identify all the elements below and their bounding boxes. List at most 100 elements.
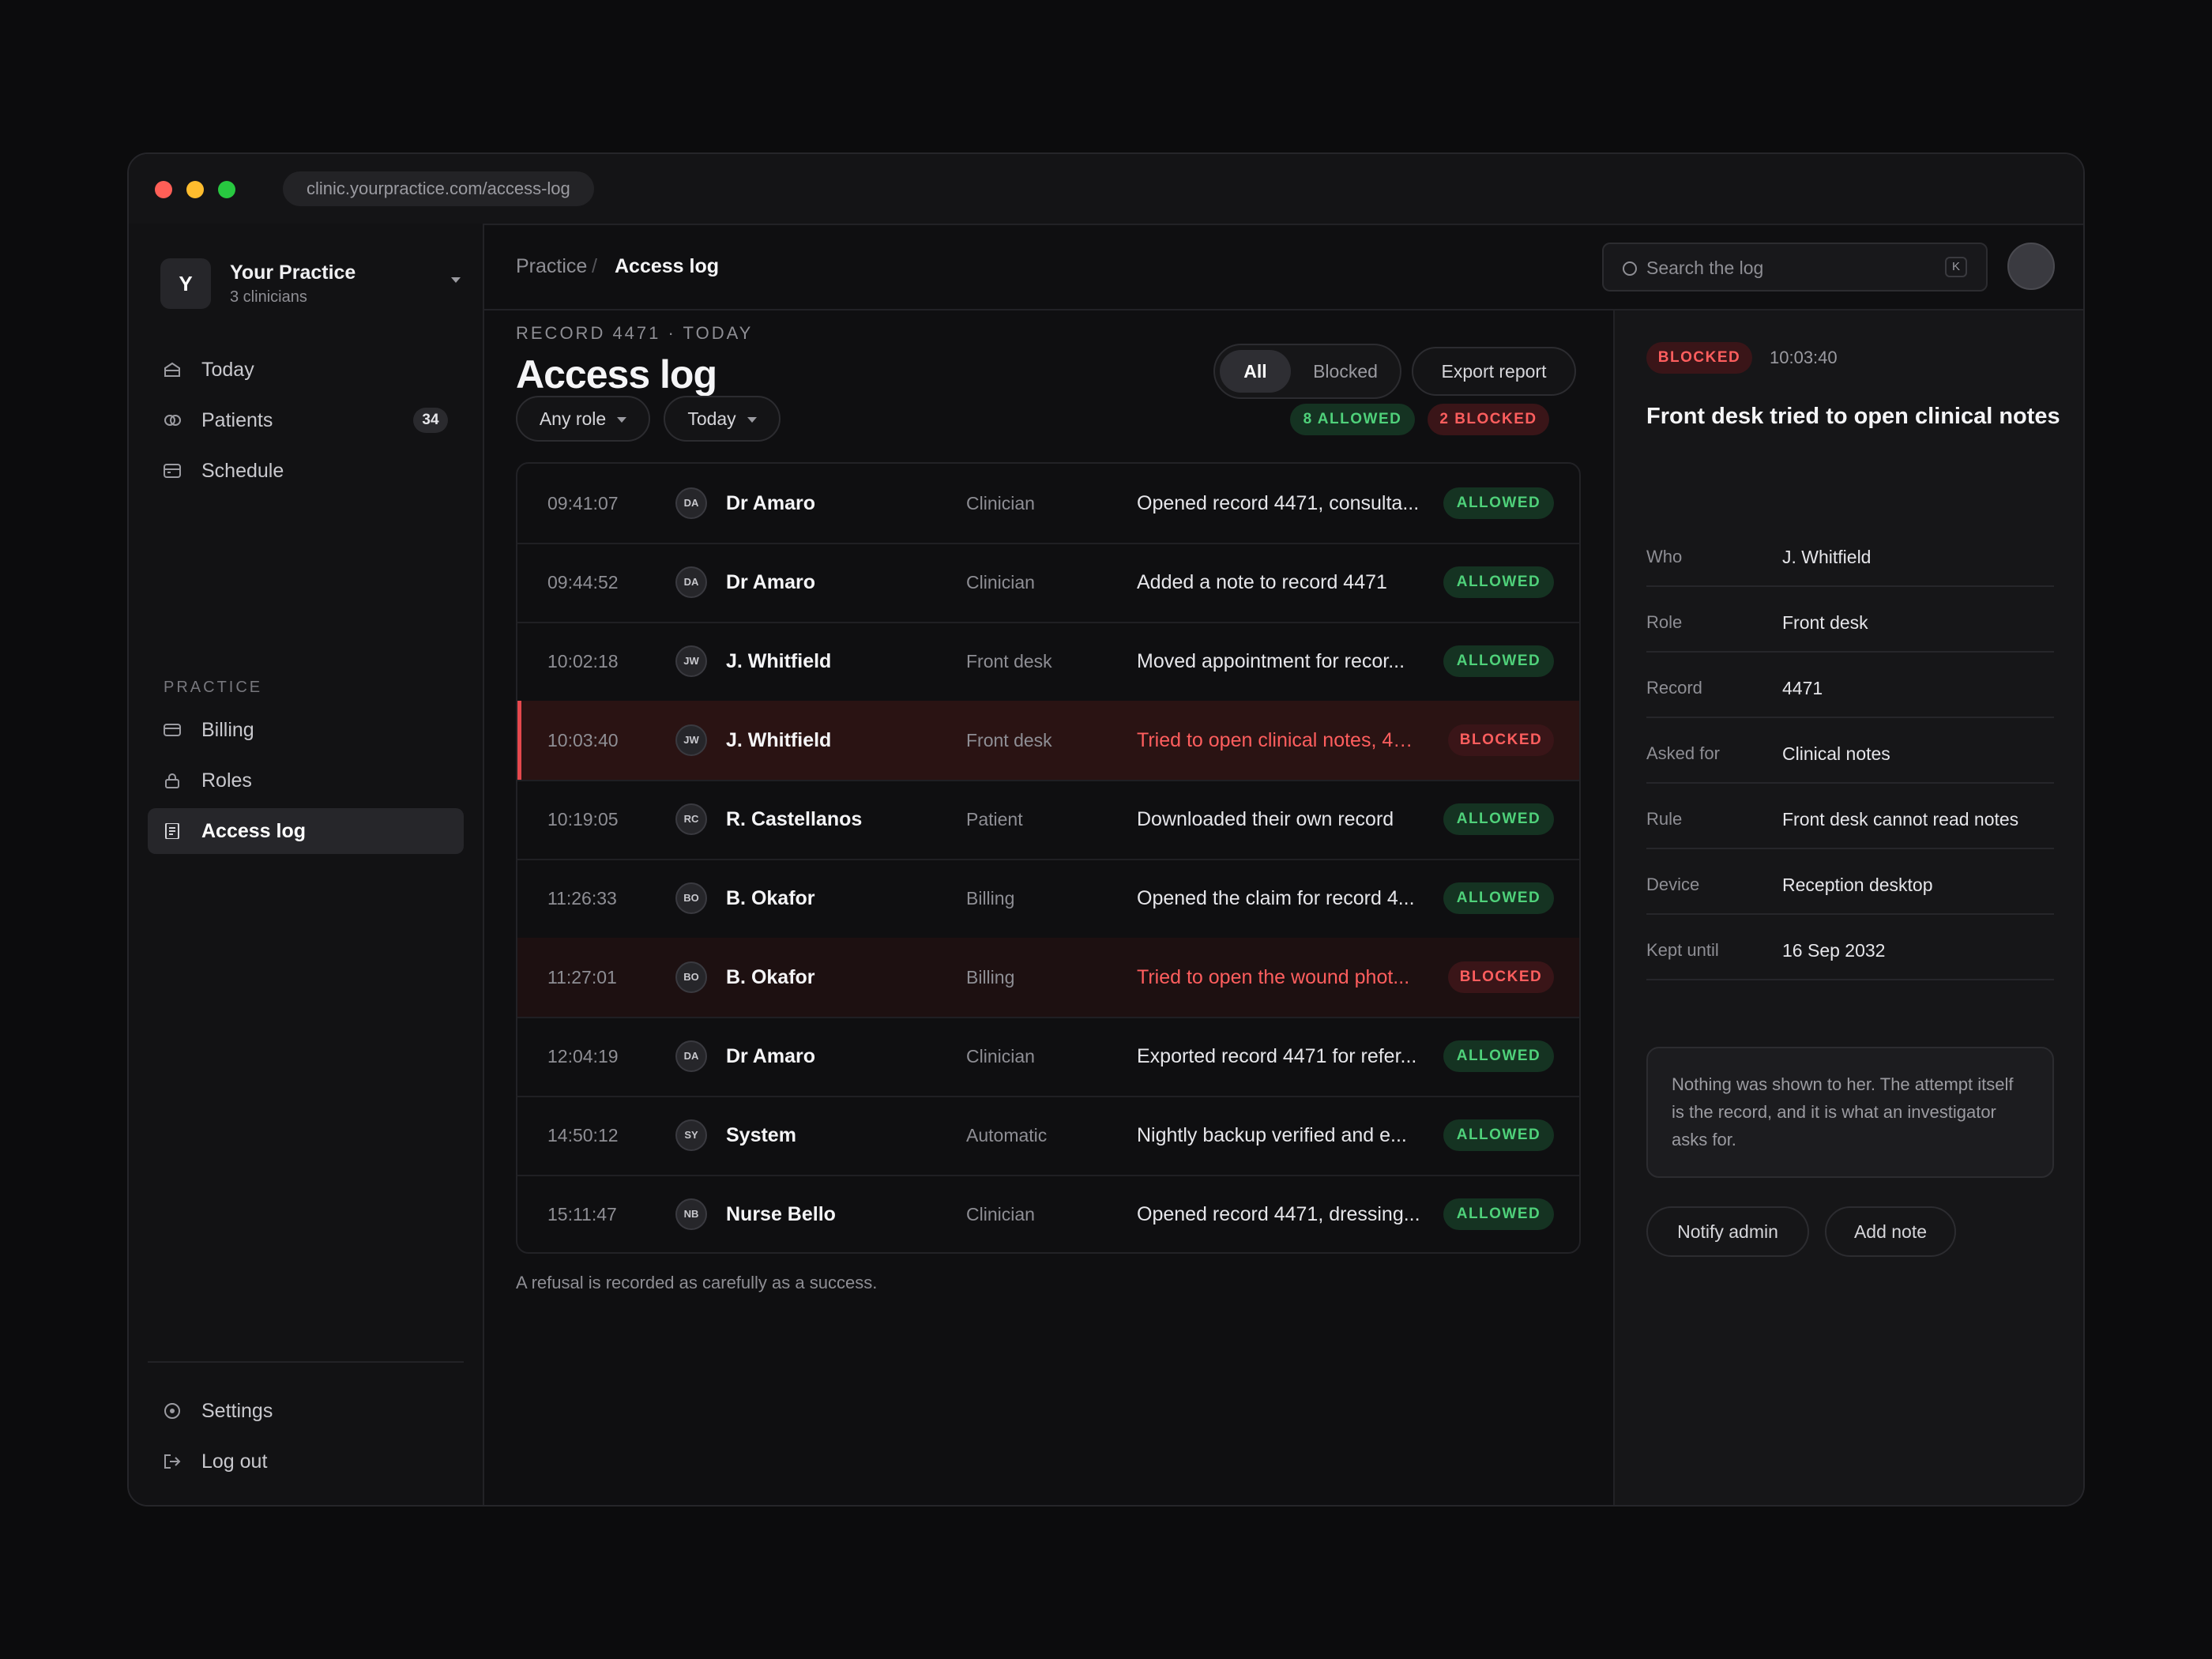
row-avatar: NB bbox=[675, 1198, 707, 1230]
sidebar-divider bbox=[148, 1361, 464, 1363]
calendar-icon bbox=[164, 464, 181, 478]
row-status-badge: BLOCKED bbox=[1448, 961, 1554, 993]
sidebar-item-billing[interactable]: Billing bbox=[148, 707, 464, 753]
minimize-window-button[interactable] bbox=[186, 181, 204, 198]
sidebar-item-label: Billing bbox=[201, 719, 254, 741]
row-status-badge: ALLOWED bbox=[1443, 566, 1554, 598]
patients-count-badge: 34 bbox=[413, 408, 448, 433]
row-avatar: JW bbox=[675, 645, 707, 677]
url-bar[interactable]: clinic.yourpractice.com/access-log bbox=[283, 171, 594, 206]
title-bar: clinic.yourpractice.com/access-log bbox=[129, 154, 2083, 225]
row-avatar: JW bbox=[675, 724, 707, 756]
sidebar-item-settings[interactable]: Settings bbox=[148, 1388, 464, 1434]
export-report-button[interactable]: Export report bbox=[1412, 347, 1576, 396]
row-time: 11:27:01 bbox=[547, 967, 617, 988]
search-input[interactable] bbox=[1645, 244, 1932, 292]
row-avatar: SY bbox=[675, 1119, 707, 1151]
row-status-badge: ALLOWED bbox=[1443, 645, 1554, 677]
practice-switcher[interactable]: Y Your Practice 3 clinicians bbox=[160, 258, 461, 309]
row-status-badge: BLOCKED bbox=[1448, 724, 1554, 756]
row-role: Clinician bbox=[966, 1046, 1035, 1066]
table-row[interactable]: 11:26:33 BO B. Okafor Billing Opened the cla… bbox=[517, 859, 1579, 939]
table-row[interactable]: 10:19:05 RC R. Castellanos Patient Downloade… bbox=[517, 780, 1579, 860]
sidebar-item-label: Schedule bbox=[201, 460, 284, 482]
table-row[interactable]: 09:44:52 DA Dr Amaro Clinician Added a note … bbox=[517, 543, 1579, 623]
row-user: Dr Amaro bbox=[726, 492, 815, 514]
notify-admin-button[interactable]: Notify admin bbox=[1646, 1206, 1809, 1257]
detail-field-value: Front desk cannot read notes bbox=[1782, 809, 2019, 830]
row-status-badge: ALLOWED bbox=[1443, 803, 1554, 835]
detail-field: Kept until 16 Sep 2032 bbox=[1646, 922, 2054, 980]
sidebar-item-roles[interactable]: Roles bbox=[148, 758, 464, 803]
table-row[interactable]: 10:03:40 JW J. Whitfield Front desk Tried to… bbox=[517, 701, 1579, 781]
detail-field-value: 4471 bbox=[1782, 678, 1823, 698]
row-status-badge: ALLOWED bbox=[1443, 1119, 1554, 1151]
table-row[interactable]: 12:04:19 DA Dr Amaro Clinician Exported reco… bbox=[517, 1017, 1579, 1097]
sidebar: Y Your Practice 3 clinicians Today Patie… bbox=[129, 224, 484, 1505]
row-action: Tried to open the wound phot... bbox=[1137, 966, 1410, 988]
row-role: Automatic bbox=[966, 1125, 1048, 1146]
row-role: Front desk bbox=[966, 730, 1052, 750]
segment-all[interactable]: All bbox=[1220, 350, 1291, 393]
role-filter-label: Any role bbox=[539, 408, 607, 429]
close-window-button[interactable] bbox=[155, 181, 172, 198]
logout-icon bbox=[164, 1454, 181, 1469]
detail-field: Asked for Clinical notes bbox=[1646, 725, 2054, 784]
detail-field-value: Reception desktop bbox=[1782, 875, 1933, 895]
row-user: B. Okafor bbox=[726, 966, 815, 988]
table-row[interactable]: 15:11:47 NB Nurse Bello Clinician Opened rec… bbox=[517, 1175, 1579, 1252]
search-box[interactable]: K bbox=[1602, 243, 1988, 292]
row-role: Front desk bbox=[966, 651, 1052, 672]
sidebar-item-label: Roles bbox=[201, 769, 252, 792]
detail-field-key: Who bbox=[1646, 547, 1683, 566]
role-filter-dropdown[interactable]: Any role bbox=[516, 396, 650, 442]
detail-field-value: Front desk bbox=[1782, 612, 1868, 633]
row-time: 15:11:47 bbox=[547, 1204, 617, 1224]
credit-card-icon bbox=[164, 724, 181, 736]
chevron-down-icon bbox=[747, 417, 757, 423]
row-avatar: RC bbox=[675, 803, 707, 835]
maximize-window-button[interactable] bbox=[218, 181, 235, 198]
breadcrumb-current: Access log bbox=[615, 255, 720, 277]
detail-field-key: Rule bbox=[1646, 809, 1683, 829]
detail-field-key: Record bbox=[1646, 678, 1702, 698]
sidebar-item-today[interactable]: Today bbox=[148, 347, 464, 393]
user-avatar[interactable] bbox=[2007, 243, 2055, 290]
add-note-button[interactable]: Add note bbox=[1825, 1206, 1956, 1257]
row-time: 10:02:18 bbox=[547, 651, 619, 672]
page-title: Access log bbox=[516, 352, 717, 397]
sidebar-item-logout[interactable]: Log out bbox=[148, 1439, 464, 1484]
access-log-table: 09:41:07 DA Dr Amaro Clinician Opened record… bbox=[516, 462, 1581, 1254]
sidebar-item-patients[interactable]: Patients 34 bbox=[148, 397, 464, 443]
detail-title: Front desk tried to open clinical notes bbox=[1646, 404, 2060, 429]
table-row[interactable]: 14:50:12 SY System Automatic Nightly backup … bbox=[517, 1096, 1579, 1176]
row-time: 14:50:12 bbox=[547, 1125, 619, 1146]
row-user: Dr Amaro bbox=[726, 571, 815, 593]
row-role: Clinician bbox=[966, 493, 1035, 514]
sidebar-item-schedule[interactable]: Schedule bbox=[148, 448, 464, 494]
row-status-badge: ALLOWED bbox=[1443, 1198, 1554, 1230]
detail-status-badge: BLOCKED bbox=[1646, 342, 1752, 374]
row-role: Patient bbox=[966, 809, 1023, 830]
detail-field-key: Asked for bbox=[1646, 743, 1720, 763]
detail-field: Record 4471 bbox=[1646, 660, 2054, 718]
detail-field-value: 16 Sep 2032 bbox=[1782, 940, 1886, 961]
date-filter-dropdown[interactable]: Today bbox=[664, 396, 781, 442]
row-status-badge: ALLOWED bbox=[1443, 487, 1554, 519]
detail-field: Who J. Whitfield bbox=[1646, 529, 2054, 587]
browser-window: clinic.yourpractice.com/access-log Y You… bbox=[127, 152, 2085, 1507]
page-eyebrow: RECORD 4471 · TODAY bbox=[516, 323, 754, 343]
row-action: Added a note to record 4471 bbox=[1137, 571, 1387, 593]
breadcrumb-practice[interactable]: Practice bbox=[516, 224, 587, 309]
sidebar-item-access-log[interactable]: Access log bbox=[148, 808, 464, 854]
row-avatar: DA bbox=[675, 487, 707, 519]
sidebar-item-label: Settings bbox=[201, 1400, 273, 1422]
patients-icon bbox=[164, 415, 181, 426]
row-action: Nightly backup verified and e... bbox=[1137, 1124, 1407, 1146]
table-row[interactable]: 09:41:07 DA Dr Amaro Clinician Opened record… bbox=[517, 464, 1579, 544]
segment-blocked[interactable]: Blocked bbox=[1294, 350, 1397, 393]
table-row[interactable]: 11:27:01 BO B. Okafor Billing Tried to open … bbox=[517, 938, 1579, 1018]
table-row[interactable]: 10:02:18 JW J. Whitfield Front desk Moved ap… bbox=[517, 622, 1579, 702]
detail-field-value: J. Whitfield bbox=[1782, 547, 1872, 567]
search-shortcut-hint: K bbox=[1945, 257, 1967, 277]
